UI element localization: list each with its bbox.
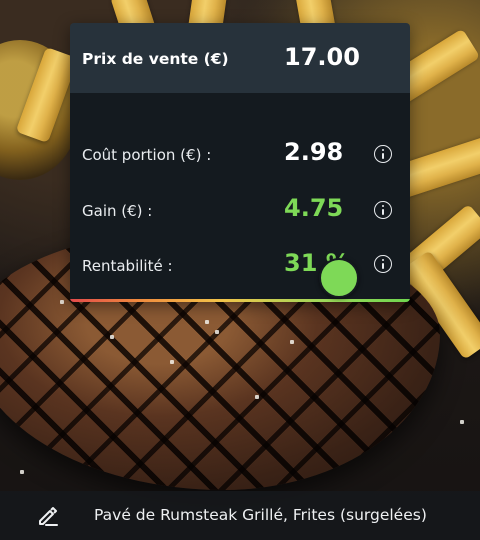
salt — [170, 360, 174, 364]
profitability-gradient-bar — [70, 299, 410, 302]
portion-cost-value: 2.98 — [284, 138, 344, 166]
info-icon[interactable] — [374, 201, 392, 219]
cost-breakdown: Coût portion (€) : 2.98 Gain (€) : 4.75 … — [70, 93, 410, 302]
salt — [255, 395, 259, 399]
salt — [290, 340, 294, 344]
salt — [110, 335, 114, 339]
dish-name: Pavé de Rumsteak Grillé, Frites (surgelé… — [94, 506, 427, 524]
profitability-label: Rentabilité : — [82, 257, 173, 275]
salt — [460, 420, 464, 424]
portion-cost-label: Coût portion (€) : — [82, 146, 212, 164]
gain-value: 4.75 — [284, 194, 344, 222]
salt — [20, 470, 24, 474]
info-icon[interactable] — [374, 255, 392, 273]
dish-footer: Pavé de Rumsteak Grillé, Frites (surgelé… — [0, 491, 480, 540]
info-icon[interactable] — [374, 145, 392, 163]
profitability-indicator-knob[interactable] — [318, 258, 359, 298]
edit-icon[interactable] — [36, 505, 60, 527]
sale-price-value[interactable]: 17.00 — [284, 43, 360, 71]
pricing-card: Prix de vente (€) 17.00 Coût portion (€)… — [70, 23, 410, 302]
gain-label: Gain (€) : — [82, 202, 153, 220]
salt — [205, 320, 209, 324]
salt — [60, 300, 64, 304]
sale-price-header[interactable]: Prix de vente (€) 17.00 — [70, 23, 410, 93]
sale-price-label: Prix de vente (€) — [82, 50, 229, 68]
salt — [215, 330, 219, 334]
